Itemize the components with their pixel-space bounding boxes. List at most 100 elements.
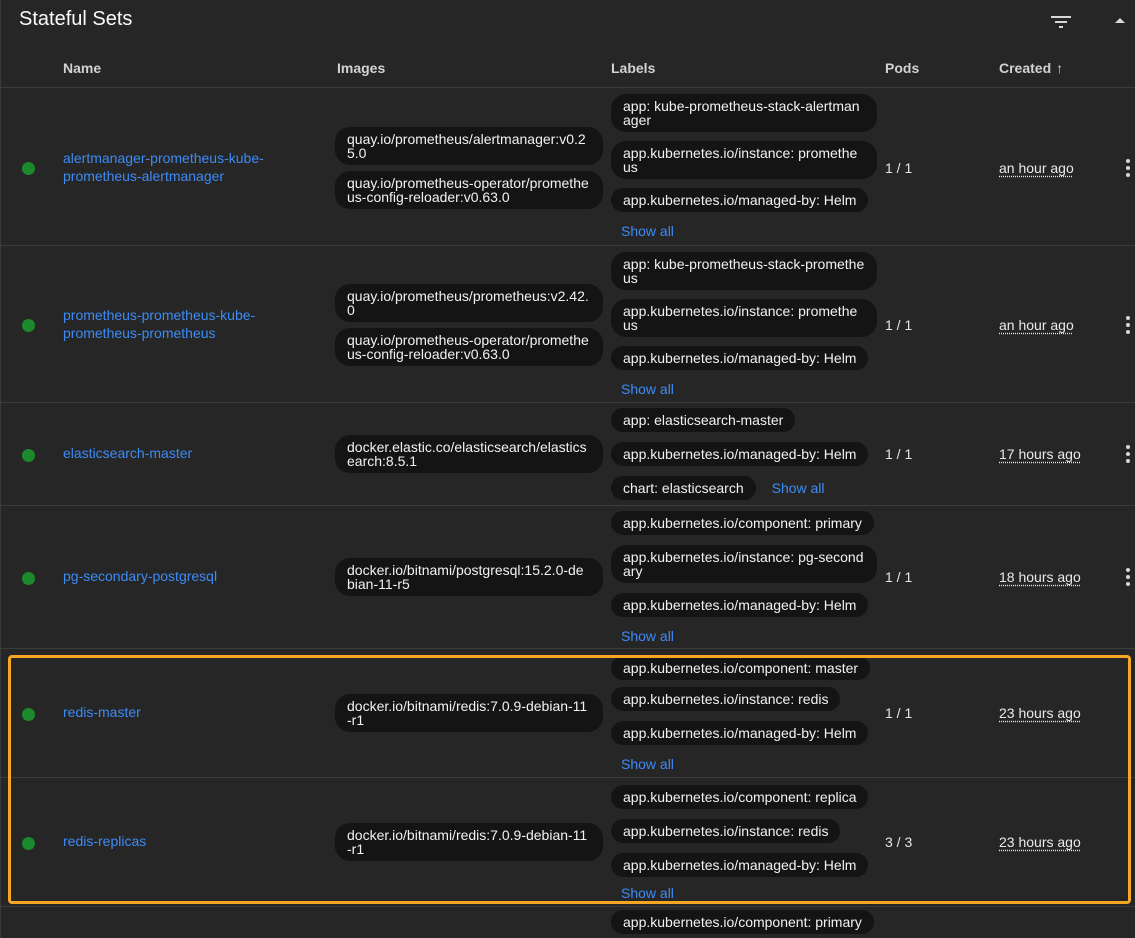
pods-count: 3 / 3	[885, 834, 913, 850]
column-header-created-label: Created	[999, 60, 1052, 76]
created-time[interactable]: an hour ago	[999, 160, 1074, 176]
name-cell: alertmanager-prometheus-kube-prometheus-…	[63, 150, 313, 186]
image-chip: quay.io/prometheus/prometheus:v2.42.0	[335, 284, 603, 322]
show-all-labels-link[interactable]: Show all	[621, 628, 674, 644]
statefulset-name-link[interactable]: prometheus-prometheus-kube-prometheus-pr…	[63, 307, 255, 341]
labels-cell: app.kubernetes.io/component: master app.…	[609, 649, 879, 777]
label-chip: app.kubernetes.io/managed-by: Helm	[611, 593, 869, 617]
images-cell: docker.io/bitnami/redis:7.0.9-debian-11-…	[335, 694, 607, 738]
panel-header: Stateful Sets	[1, 0, 1135, 44]
column-header-labels[interactable]: Labels	[611, 60, 655, 76]
pods-count: 1 / 1	[885, 160, 913, 176]
table-row: elasticsearch-master docker.elastic.co/e…	[1, 403, 1135, 506]
images-cell: quay.io/prometheus/prometheus:v2.42.0 qu…	[335, 284, 607, 372]
name-cell: pg-secondary-postgresql	[63, 568, 313, 586]
sort-ascending-icon: ↑	[1056, 60, 1064, 76]
table-row: pg-secondary-postgresql docker.io/bitnam…	[1, 506, 1135, 649]
table-row: app.kubernetes.io/component: primary	[1, 907, 1135, 938]
show-all-labels-link[interactable]: Show all	[621, 381, 674, 397]
column-header-images[interactable]: Images	[337, 60, 385, 76]
label-chip: app: kube-prometheus-stack-prometheus	[611, 252, 877, 290]
images-cell: quay.io/prometheus/alertmanager:v0.25.0 …	[335, 127, 607, 215]
table-row: redis-master docker.io/bitnami/redis:7.0…	[1, 649, 1135, 778]
pods-count: 1 / 1	[885, 317, 913, 333]
show-all-labels-link[interactable]: Show all	[772, 480, 825, 496]
more-vert-icon[interactable]	[1122, 158, 1134, 178]
statefulset-name-link[interactable]: elasticsearch-master	[63, 445, 192, 461]
created-time[interactable]: 23 hours ago	[999, 705, 1081, 721]
more-vert-icon[interactable]	[1122, 567, 1134, 587]
name-cell: redis-replicas	[63, 833, 313, 851]
chevron-up-icon[interactable]	[1113, 14, 1127, 26]
table-row: redis-replicas docker.io/bitnami/redis:7…	[1, 778, 1135, 907]
name-cell: elasticsearch-master	[63, 445, 313, 463]
labels-cell: app: elasticsearch-master app.kubernetes…	[609, 403, 879, 505]
images-cell: docker.io/bitnami/postgresql:15.2.0-debi…	[335, 558, 607, 602]
label-chip: app.kubernetes.io/instance: prometheus	[611, 299, 877, 337]
labels-cell: app.kubernetes.io/component: primary app…	[609, 506, 879, 648]
label-chip: app: kube-prometheus-stack-alertmanager	[611, 94, 877, 132]
show-all-labels-link[interactable]: Show all	[621, 756, 674, 772]
label-chip: app.kubernetes.io/instance: redis	[611, 819, 841, 843]
name-cell: prometheus-prometheus-kube-prometheus-pr…	[63, 307, 313, 343]
label-chip: app.kubernetes.io/managed-by: Helm	[611, 346, 869, 370]
pods-count: 1 / 1	[885, 705, 913, 721]
statefulset-name-link[interactable]: redis-master	[63, 704, 141, 720]
label-chip: app.kubernetes.io/component: primary	[611, 910, 874, 934]
show-all-labels-link[interactable]: Show all	[621, 885, 674, 901]
label-chip: app.kubernetes.io/instance: redis	[611, 687, 841, 711]
label-chip: app.kubernetes.io/managed-by: Helm	[611, 853, 869, 877]
column-header-pods[interactable]: Pods	[885, 60, 919, 76]
label-chip: app.kubernetes.io/component: master	[611, 656, 871, 680]
label-chip: app: elasticsearch-master	[611, 408, 796, 432]
label-chip: app.kubernetes.io/managed-by: Helm	[611, 188, 869, 212]
label-chip: app.kubernetes.io/instance: prometheus	[611, 141, 877, 179]
statefulset-name-link[interactable]: redis-replicas	[63, 833, 146, 849]
image-chip: quay.io/prometheus-operator/prometheus-c…	[335, 328, 603, 366]
page-title: Stateful Sets	[19, 8, 133, 30]
status-ready-icon	[22, 837, 35, 850]
status-ready-icon	[22, 162, 35, 175]
status-ready-icon	[22, 572, 35, 585]
filter-icon[interactable]	[1049, 12, 1073, 32]
image-chip: docker.elastic.co/elasticsearch/elastics…	[335, 435, 603, 473]
created-time[interactable]: 17 hours ago	[999, 446, 1081, 462]
status-ready-icon	[22, 449, 35, 462]
more-vert-icon[interactable]	[1122, 315, 1134, 335]
status-ready-icon	[22, 708, 35, 721]
created-time[interactable]: an hour ago	[999, 317, 1074, 333]
label-chip: app.kubernetes.io/managed-by: Helm	[611, 721, 869, 745]
show-all-labels-link[interactable]: Show all	[621, 223, 674, 239]
images-cell: docker.elastic.co/elasticsearch/elastics…	[335, 435, 607, 479]
labels-cell: app: kube-prometheus-stack-alertmanager …	[609, 88, 879, 245]
image-chip: docker.io/bitnami/redis:7.0.9-debian-11-…	[335, 823, 603, 861]
label-chip: app.kubernetes.io/component: primary	[611, 511, 874, 535]
stateful-sets-panel: Stateful Sets Name Images Labels Pods Cr…	[0, 0, 1135, 938]
statefulset-name-link[interactable]: alertmanager-prometheus-kube-prometheus-…	[63, 150, 264, 184]
label-chip: app.kubernetes.io/managed-by: Helm	[611, 442, 869, 466]
images-cell: docker.io/bitnami/redis:7.0.9-debian-11-…	[335, 823, 607, 867]
status-ready-icon	[22, 319, 35, 332]
created-time[interactable]: 18 hours ago	[999, 569, 1081, 585]
labels-cell: app.kubernetes.io/component: primary	[609, 907, 879, 938]
created-time[interactable]: 23 hours ago	[999, 834, 1081, 850]
pods-count: 1 / 1	[885, 446, 913, 462]
labels-cell: app: kube-prometheus-stack-prometheus ap…	[609, 246, 879, 402]
statefulset-name-link[interactable]: pg-secondary-postgresql	[63, 568, 217, 584]
table-row: alertmanager-prometheus-kube-prometheus-…	[1, 88, 1135, 246]
pods-count: 1 / 1	[885, 569, 913, 585]
label-chip: chart: elasticsearch	[611, 476, 756, 500]
label-row: chart: elasticsearch Show all	[611, 476, 825, 500]
column-header-created[interactable]: Created ↑	[999, 60, 1063, 76]
table-header: Name Images Labels Pods Created ↑	[1, 50, 1135, 88]
column-header-name[interactable]: Name	[63, 60, 101, 76]
label-chip: app.kubernetes.io/instance: pg-secondary	[611, 545, 877, 583]
label-chip: app.kubernetes.io/component: replica	[611, 785, 869, 809]
table-row: prometheus-prometheus-kube-prometheus-pr…	[1, 246, 1135, 403]
more-vert-icon[interactable]	[1122, 444, 1134, 464]
image-chip: docker.io/bitnami/redis:7.0.9-debian-11-…	[335, 694, 603, 732]
image-chip: quay.io/prometheus/alertmanager:v0.25.0	[335, 127, 603, 165]
labels-cell: app.kubernetes.io/component: replica app…	[609, 778, 879, 906]
image-chip: quay.io/prometheus-operator/prometheus-c…	[335, 171, 603, 209]
name-cell: redis-master	[63, 704, 313, 722]
